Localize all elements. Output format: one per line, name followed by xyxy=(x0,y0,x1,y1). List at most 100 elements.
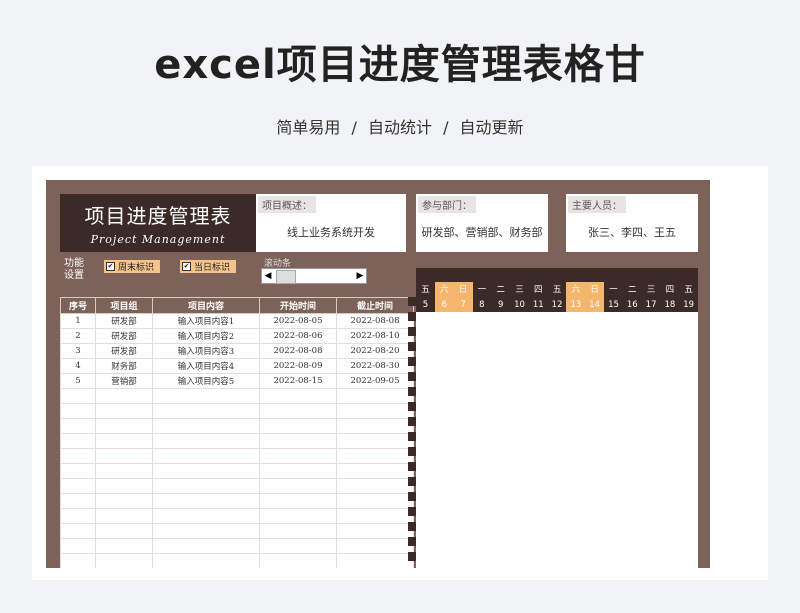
table-cell[interactable] xyxy=(60,448,96,464)
table-cell[interactable]: 输入项目内容5 xyxy=(152,373,260,389)
table-cell[interactable] xyxy=(152,418,260,434)
table-cell[interactable] xyxy=(259,403,337,419)
scroll-right-icon[interactable]: ▶ xyxy=(354,269,366,283)
table-cell[interactable]: 2022-08-15 xyxy=(259,373,337,389)
table-cell[interactable] xyxy=(259,538,337,554)
table-cell[interactable] xyxy=(152,553,260,568)
overview-box[interactable]: 项目概述： 线上业务系统开发 xyxy=(256,194,406,252)
table-cell[interactable] xyxy=(336,433,414,449)
table-cell[interactable] xyxy=(95,523,153,539)
table-row[interactable] xyxy=(60,553,414,568)
weekend-checkbox[interactable]: ✔ 周末标识 xyxy=(104,260,160,273)
table-cell[interactable] xyxy=(152,538,260,554)
table-cell[interactable]: 输入项目内容2 xyxy=(152,328,260,344)
table-cell[interactable] xyxy=(336,553,414,568)
table-cell[interactable] xyxy=(336,463,414,479)
table-cell[interactable]: 2022-08-09 xyxy=(259,358,337,374)
table-row[interactable] xyxy=(60,523,414,539)
table-cell[interactable] xyxy=(95,403,153,419)
table-cell[interactable] xyxy=(336,478,414,494)
table-cell[interactable] xyxy=(60,493,96,509)
table-row[interactable]: 1 研发部 输入项目内容1 2022-08-05 2022-08-08 xyxy=(60,313,414,329)
table-cell[interactable]: 输入项目内容1 xyxy=(152,313,260,329)
table-cell[interactable] xyxy=(95,433,153,449)
table-cell[interactable]: 2022-08-20 xyxy=(336,343,414,359)
table-cell[interactable] xyxy=(259,388,337,404)
table-cell[interactable] xyxy=(336,388,414,404)
table-cell[interactable]: 2022-08-10 xyxy=(336,328,414,344)
table-row[interactable] xyxy=(60,463,414,479)
table-cell[interactable] xyxy=(95,448,153,464)
table-cell[interactable] xyxy=(60,463,96,479)
table-cell[interactable] xyxy=(259,508,337,524)
table-cell[interactable]: 4 xyxy=(60,358,96,374)
table-cell[interactable]: 研发部 xyxy=(95,313,153,329)
table-cell[interactable] xyxy=(259,433,337,449)
table-cell[interactable] xyxy=(60,418,96,434)
table-cell[interactable] xyxy=(152,493,260,509)
table-cell[interactable] xyxy=(336,508,414,524)
table-cell[interactable] xyxy=(152,448,260,464)
table-cell[interactable] xyxy=(336,448,414,464)
table-row[interactable] xyxy=(60,418,414,434)
table-cell[interactable] xyxy=(336,523,414,539)
table-cell[interactable] xyxy=(336,418,414,434)
table-cell[interactable] xyxy=(259,553,337,568)
today-checkbox[interactable]: ✔ 当日标识 xyxy=(180,260,236,273)
table-cell[interactable] xyxy=(152,388,260,404)
table-cell[interactable] xyxy=(259,478,337,494)
table-cell[interactable]: 2022-08-05 xyxy=(259,313,337,329)
table-row[interactable]: 4 财务部 输入项目内容4 2022-08-09 2022-08-30 xyxy=(60,358,414,374)
table-cell[interactable] xyxy=(60,403,96,419)
table-cell[interactable] xyxy=(95,463,153,479)
table-row[interactable] xyxy=(60,538,414,554)
table-cell[interactable] xyxy=(259,463,337,479)
table-cell[interactable] xyxy=(152,463,260,479)
table-cell[interactable]: 3 xyxy=(60,343,96,359)
table-cell[interactable]: 2 xyxy=(60,328,96,344)
table-cell[interactable] xyxy=(95,493,153,509)
table-cell[interactable]: 研发部 xyxy=(95,343,153,359)
table-row[interactable] xyxy=(60,403,414,419)
table-cell[interactable] xyxy=(152,508,260,524)
table-cell[interactable] xyxy=(259,523,337,539)
table-cell[interactable] xyxy=(152,523,260,539)
table-row[interactable]: 2 研发部 输入项目内容2 2022-08-06 2022-08-10 xyxy=(60,328,414,344)
table-row[interactable] xyxy=(60,493,414,509)
table-cell[interactable] xyxy=(95,478,153,494)
table-cell[interactable] xyxy=(95,388,153,404)
table-cell[interactable]: 营销部 xyxy=(95,373,153,389)
table-cell[interactable] xyxy=(259,418,337,434)
table-cell[interactable] xyxy=(60,538,96,554)
table-cell[interactable]: 2022-08-08 xyxy=(259,343,337,359)
table-cell[interactable] xyxy=(259,448,337,464)
table-cell[interactable] xyxy=(152,403,260,419)
table-row[interactable] xyxy=(60,433,414,449)
table-cell[interactable] xyxy=(152,433,260,449)
table-cell[interactable] xyxy=(60,478,96,494)
table-cell[interactable] xyxy=(60,433,96,449)
table-row[interactable] xyxy=(60,448,414,464)
table-cell[interactable] xyxy=(336,493,414,509)
table-cell[interactable] xyxy=(60,388,96,404)
table-cell[interactable] xyxy=(95,418,153,434)
people-box[interactable]: 主要人员： 张三、李四、王五 xyxy=(566,194,698,252)
table-row[interactable] xyxy=(60,508,414,524)
table-cell[interactable] xyxy=(60,508,96,524)
table-cell[interactable] xyxy=(95,508,153,524)
table-cell[interactable]: 输入项目内容4 xyxy=(152,358,260,374)
date-scrollbar[interactable]: ◀ ▶ xyxy=(261,268,367,284)
table-cell[interactable]: 2022-08-30 xyxy=(336,358,414,374)
table-row[interactable] xyxy=(60,478,414,494)
table-cell[interactable] xyxy=(336,403,414,419)
table-cell[interactable] xyxy=(60,523,96,539)
table-cell[interactable]: 2022-08-08 xyxy=(336,313,414,329)
table-cell[interactable]: 财务部 xyxy=(95,358,153,374)
table-cell[interactable]: 2022-08-06 xyxy=(259,328,337,344)
departments-box[interactable]: 参与部门： 研发部、营销部、财务部 xyxy=(416,194,548,252)
table-cell[interactable] xyxy=(259,493,337,509)
table-cell[interactable] xyxy=(152,478,260,494)
scrollbar-thumb[interactable] xyxy=(276,270,296,284)
table-cell[interactable] xyxy=(336,538,414,554)
table-cell[interactable]: 2022-09-05 xyxy=(336,373,414,389)
